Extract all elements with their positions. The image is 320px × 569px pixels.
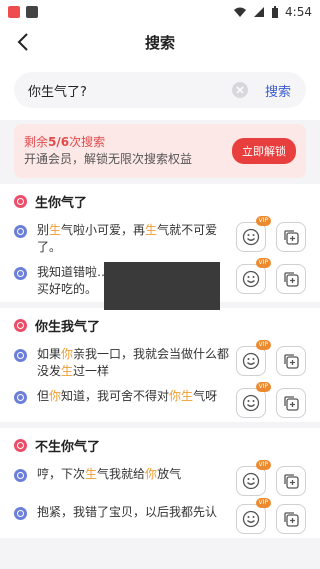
phrase-icon xyxy=(14,391,27,404)
copy-icon xyxy=(284,512,299,527)
result-section: 不生你气了 哼，下次生气我就给你放气 VIP 抱紧，我错了宝贝，以后我都先认 V… xyxy=(0,428,320,538)
list-item[interactable]: 别生气啦小可爱，再生气就不可爱了。 VIP xyxy=(14,216,306,260)
vip-badge: VIP xyxy=(255,216,271,226)
list-item[interactable]: 如果你亲我一口，我就会当做什么都没发生过一样 VIP xyxy=(14,340,306,384)
copy-icon xyxy=(284,354,299,369)
phrase-text: 抱紧，我错了宝贝，以后我都先认 xyxy=(37,505,218,519)
phrase-icon xyxy=(14,267,27,280)
remaining-searches: 剩余5/6次搜索 xyxy=(24,135,106,149)
cellular-signal-icon xyxy=(254,7,265,17)
phrase-icon xyxy=(14,225,27,238)
section-title: 生你气了 xyxy=(35,195,88,211)
phrase-text: 但你知道，我可舍不得对你生气呀 xyxy=(37,389,218,403)
status-bar: 4:54 xyxy=(0,0,320,24)
emoji-button[interactable]: VIP xyxy=(236,382,271,418)
phrase-icon xyxy=(14,507,27,520)
list-item[interactable]: 抱紧，我错了宝贝，以后我都先认 VIP xyxy=(14,498,306,538)
app-notification-icon xyxy=(26,6,38,18)
copy-icon xyxy=(284,474,299,489)
emoji-button[interactable]: VIP xyxy=(236,216,271,252)
search-input[interactable] xyxy=(28,82,232,98)
vip-badge: VIP xyxy=(255,498,271,508)
smiley-icon xyxy=(242,394,260,412)
search-area: 搜索 xyxy=(0,60,320,120)
search-box: 搜索 xyxy=(14,72,306,108)
back-arrow-icon[interactable] xyxy=(14,31,34,53)
copy-button[interactable] xyxy=(276,264,306,294)
search-result-icon xyxy=(14,194,27,208)
copy-icon xyxy=(284,396,299,411)
vip-badge: VIP xyxy=(255,382,271,392)
phrase-icon xyxy=(14,349,27,362)
phrase-icon xyxy=(14,469,27,482)
page-title: 搜索 xyxy=(144,33,175,52)
app-notification-icon xyxy=(8,6,20,18)
search-result-icon xyxy=(14,438,27,452)
emoji-button[interactable]: VIP xyxy=(236,498,271,534)
unlock-button[interactable]: 立即解锁 xyxy=(232,138,296,164)
smiley-icon xyxy=(242,510,260,528)
quota-banner: 剩余5/6次搜索 开通会员，解锁无限次搜索权益 立即解锁 xyxy=(14,124,306,178)
status-time: 4:54 xyxy=(285,5,312,19)
section-title: 你生我气了 xyxy=(35,319,101,335)
copy-button[interactable] xyxy=(276,466,306,496)
copy-button[interactable] xyxy=(276,388,306,418)
search-result-icon xyxy=(14,318,27,332)
search-button[interactable]: 搜索 xyxy=(258,81,298,100)
top-bar: 搜索 xyxy=(0,24,320,60)
smiley-icon xyxy=(242,228,260,246)
membership-description: 开通会员，解锁无限次搜索权益 xyxy=(24,152,193,166)
phrase-text: 哼，下次生气我就给你放气 xyxy=(37,467,182,481)
wifi-icon xyxy=(234,7,247,17)
vip-badge: VIP xyxy=(255,340,271,350)
copy-button[interactable] xyxy=(276,346,306,376)
emoji-button[interactable]: VIP xyxy=(236,258,271,294)
list-item[interactable]: 哼，下次生气我就给你放气 VIP xyxy=(14,460,306,500)
copy-icon xyxy=(284,272,299,287)
phrase-text: 如果你亲我一口，我就会当做什么都没发生过一样 xyxy=(37,347,230,378)
copy-icon xyxy=(284,230,299,245)
copy-button[interactable] xyxy=(276,222,306,252)
redaction-overlay xyxy=(104,262,220,310)
emoji-button[interactable]: VIP xyxy=(236,340,271,376)
emoji-button[interactable]: VIP xyxy=(236,460,271,496)
copy-button[interactable] xyxy=(276,504,306,534)
section-title: 不生你气了 xyxy=(35,439,101,455)
smiley-icon xyxy=(242,270,260,288)
vip-badge: VIP xyxy=(255,258,271,268)
phrase-text: 别生气啦小可爱，再生气就不可爱了。 xyxy=(37,223,218,254)
battery-icon xyxy=(272,5,279,18)
smiley-icon xyxy=(242,472,260,490)
clear-icon[interactable] xyxy=(232,82,248,98)
result-section: 你生我气了 如果你亲我一口，我就会当做什么都没发生过一样 VIP 但你知道，我可… xyxy=(0,308,320,422)
list-item[interactable]: 但你知道，我可舍不得对你生气呀 VIP xyxy=(14,382,306,422)
smiley-icon xyxy=(242,352,260,370)
vip-badge: VIP xyxy=(255,460,271,470)
